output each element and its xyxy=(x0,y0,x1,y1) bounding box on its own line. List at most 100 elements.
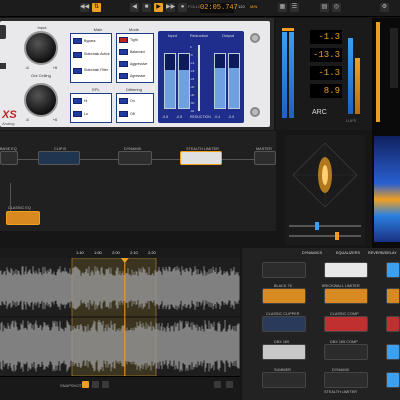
out-ceiling-knob-label: Out Ceiling xyxy=(31,73,51,78)
module-classic-clipper[interactable] xyxy=(262,316,306,332)
module-label: CLASSIC CLIPPER xyxy=(266,312,300,316)
list-button[interactable]: ☰ xyxy=(290,3,299,12)
bypass-toggle[interactable] xyxy=(73,38,82,44)
chain-node-master[interactable] xyxy=(254,151,276,165)
dither-on-toggle[interactable] xyxy=(119,98,128,104)
mode-tight-toggle[interactable] xyxy=(119,37,128,43)
timeline-ruler[interactable]: 1:40 1:50 2:00 2:10 2:20 xyxy=(0,248,240,258)
module-label: CLASSIC COMP xyxy=(330,312,359,316)
epl-group-title: EPL xyxy=(92,87,100,92)
output-meter-title: Output xyxy=(222,33,235,38)
meters-button[interactable]: ▤ xyxy=(320,3,329,12)
chain-node-label: STEALTH LIMITER xyxy=(186,147,219,151)
sidechain-active-toggle[interactable] xyxy=(73,52,82,58)
chain-node-label: DYNAMIX xyxy=(124,147,142,151)
module-tile[interactable] xyxy=(262,262,306,278)
module-tile[interactable] xyxy=(386,372,400,388)
rack-ear-icon xyxy=(0,25,6,39)
spectrogram-graphic xyxy=(374,22,400,242)
mode-aggressive-label: Aggressive xyxy=(130,62,148,66)
chain-node-dynamix[interactable] xyxy=(118,151,152,165)
tab-equalizers[interactable]: EQUALIZERS xyxy=(336,251,360,255)
record-button[interactable]: ● xyxy=(178,3,187,12)
play-button[interactable]: ▶ xyxy=(154,3,163,12)
mode-aggressive-toggle[interactable] xyxy=(119,61,128,67)
output-meter-left-empty xyxy=(215,54,225,68)
epl-hi-toggle[interactable] xyxy=(73,98,82,104)
meter-scale-label: -6 xyxy=(190,53,193,57)
zoom-out-button[interactable] xyxy=(214,381,221,388)
meter-bar-left xyxy=(282,32,287,118)
module-black76[interactable] xyxy=(262,288,306,304)
module-tile[interactable] xyxy=(324,262,368,278)
mode-group: Tight Balanced Aggressive Agressive xyxy=(116,33,154,83)
module-browser: DYNAMICS EQUALIZERS REVERB/DELAY BLACK 7… xyxy=(242,248,400,400)
previous-button[interactable]: ◀ xyxy=(130,3,139,12)
module-dbx165[interactable] xyxy=(324,344,368,360)
dithering-group-title: Dithering xyxy=(125,87,142,92)
sidechain-filter-toggle[interactable] xyxy=(73,68,82,74)
next-button[interactable]: ▶▶ xyxy=(166,3,175,12)
spectrogram xyxy=(372,18,400,248)
module-label: BRICKWALL LIMITER xyxy=(322,284,360,288)
mode-group-title: Mode xyxy=(128,27,139,32)
readout-1: -1.3 xyxy=(310,30,342,44)
waveform-editor[interactable]: 1:40 1:50 2:00 2:10 2:20 xyxy=(0,248,240,376)
mode-tight-label: Tight xyxy=(130,38,138,42)
module-tile[interactable] xyxy=(386,316,400,332)
module-summer[interactable] xyxy=(262,372,306,388)
epl-lo-toggle[interactable] xyxy=(73,111,82,117)
module-tile[interactable] xyxy=(386,288,400,304)
rewind-button[interactable]: ◀◀ xyxy=(80,3,89,12)
module-tile[interactable] xyxy=(386,344,400,360)
module-brickwall-limiter[interactable] xyxy=(324,288,368,304)
chain-node-classic-eq[interactable] xyxy=(6,211,40,225)
vectorscope xyxy=(289,142,361,240)
meter-scale-label: -24 xyxy=(190,77,195,81)
chain-node-label: CLASSIC EQ xyxy=(8,206,31,210)
meter-scale-label: -30 xyxy=(190,85,195,89)
zoom-in-button[interactable] xyxy=(226,381,233,388)
out-ceiling-knob-min: -6 xyxy=(25,117,29,122)
arc-label: ARC xyxy=(312,109,327,116)
grid-button[interactable]: ▦ xyxy=(278,3,287,12)
module-label: BLACK 76 xyxy=(274,284,292,288)
out-ceiling-knob-max: +6 xyxy=(52,117,58,122)
chain-node-base-eq[interactable] xyxy=(0,151,18,165)
mode-agressive-label: Agressive xyxy=(130,74,146,78)
meter-scale-label: -40 xyxy=(190,93,195,97)
input-knob[interactable] xyxy=(24,31,58,65)
units-display: MIN xyxy=(250,4,258,9)
reduction-meter-title: Reduction xyxy=(190,33,209,38)
readout-4: 8.9 xyxy=(310,84,342,98)
meter-scale-label: -12 xyxy=(190,61,195,65)
snapshot-a-button[interactable] xyxy=(82,381,89,388)
rack-screw-icon xyxy=(250,33,260,43)
scope-button[interactable]: ◎ xyxy=(332,3,341,12)
tab-reverb-delay[interactable]: REVERB/DELAY xyxy=(368,251,397,255)
dithering-group: On Off xyxy=(116,93,154,123)
input-meter-right-empty xyxy=(179,54,189,70)
snapshot-b-button[interactable] xyxy=(92,381,99,388)
lufs-bar-right xyxy=(355,58,360,114)
snapshot-c-button[interactable] xyxy=(102,381,109,388)
mode-agressive-toggle[interactable] xyxy=(119,73,128,79)
chain-node-clip[interactable] xyxy=(38,151,80,165)
module-tile[interactable] xyxy=(386,262,400,278)
settings-button[interactable]: ⚙ xyxy=(380,3,389,12)
out-ceiling-knob[interactable] xyxy=(24,83,58,117)
module-dbx160[interactable] xyxy=(262,344,306,360)
dither-off-toggle[interactable] xyxy=(119,111,128,117)
rack-screw-icon xyxy=(250,107,260,117)
input-knob-max: +6 xyxy=(52,65,58,70)
loop-button[interactable]: ⇅ xyxy=(92,3,101,12)
chain-node-stealth-limiter[interactable] xyxy=(180,151,222,165)
stop-button[interactable]: ■ xyxy=(142,3,151,12)
tab-dynamics[interactable]: DYNAMICS xyxy=(302,251,322,255)
input-meter-title: Input xyxy=(168,33,177,38)
module-label: SUMMER xyxy=(274,368,291,372)
module-classic-comp[interactable] xyxy=(324,316,368,332)
meter-footer-5: -0.9 xyxy=(228,115,235,119)
module-dynamix[interactable] xyxy=(324,372,368,388)
mode-balanced-toggle[interactable] xyxy=(119,49,128,55)
